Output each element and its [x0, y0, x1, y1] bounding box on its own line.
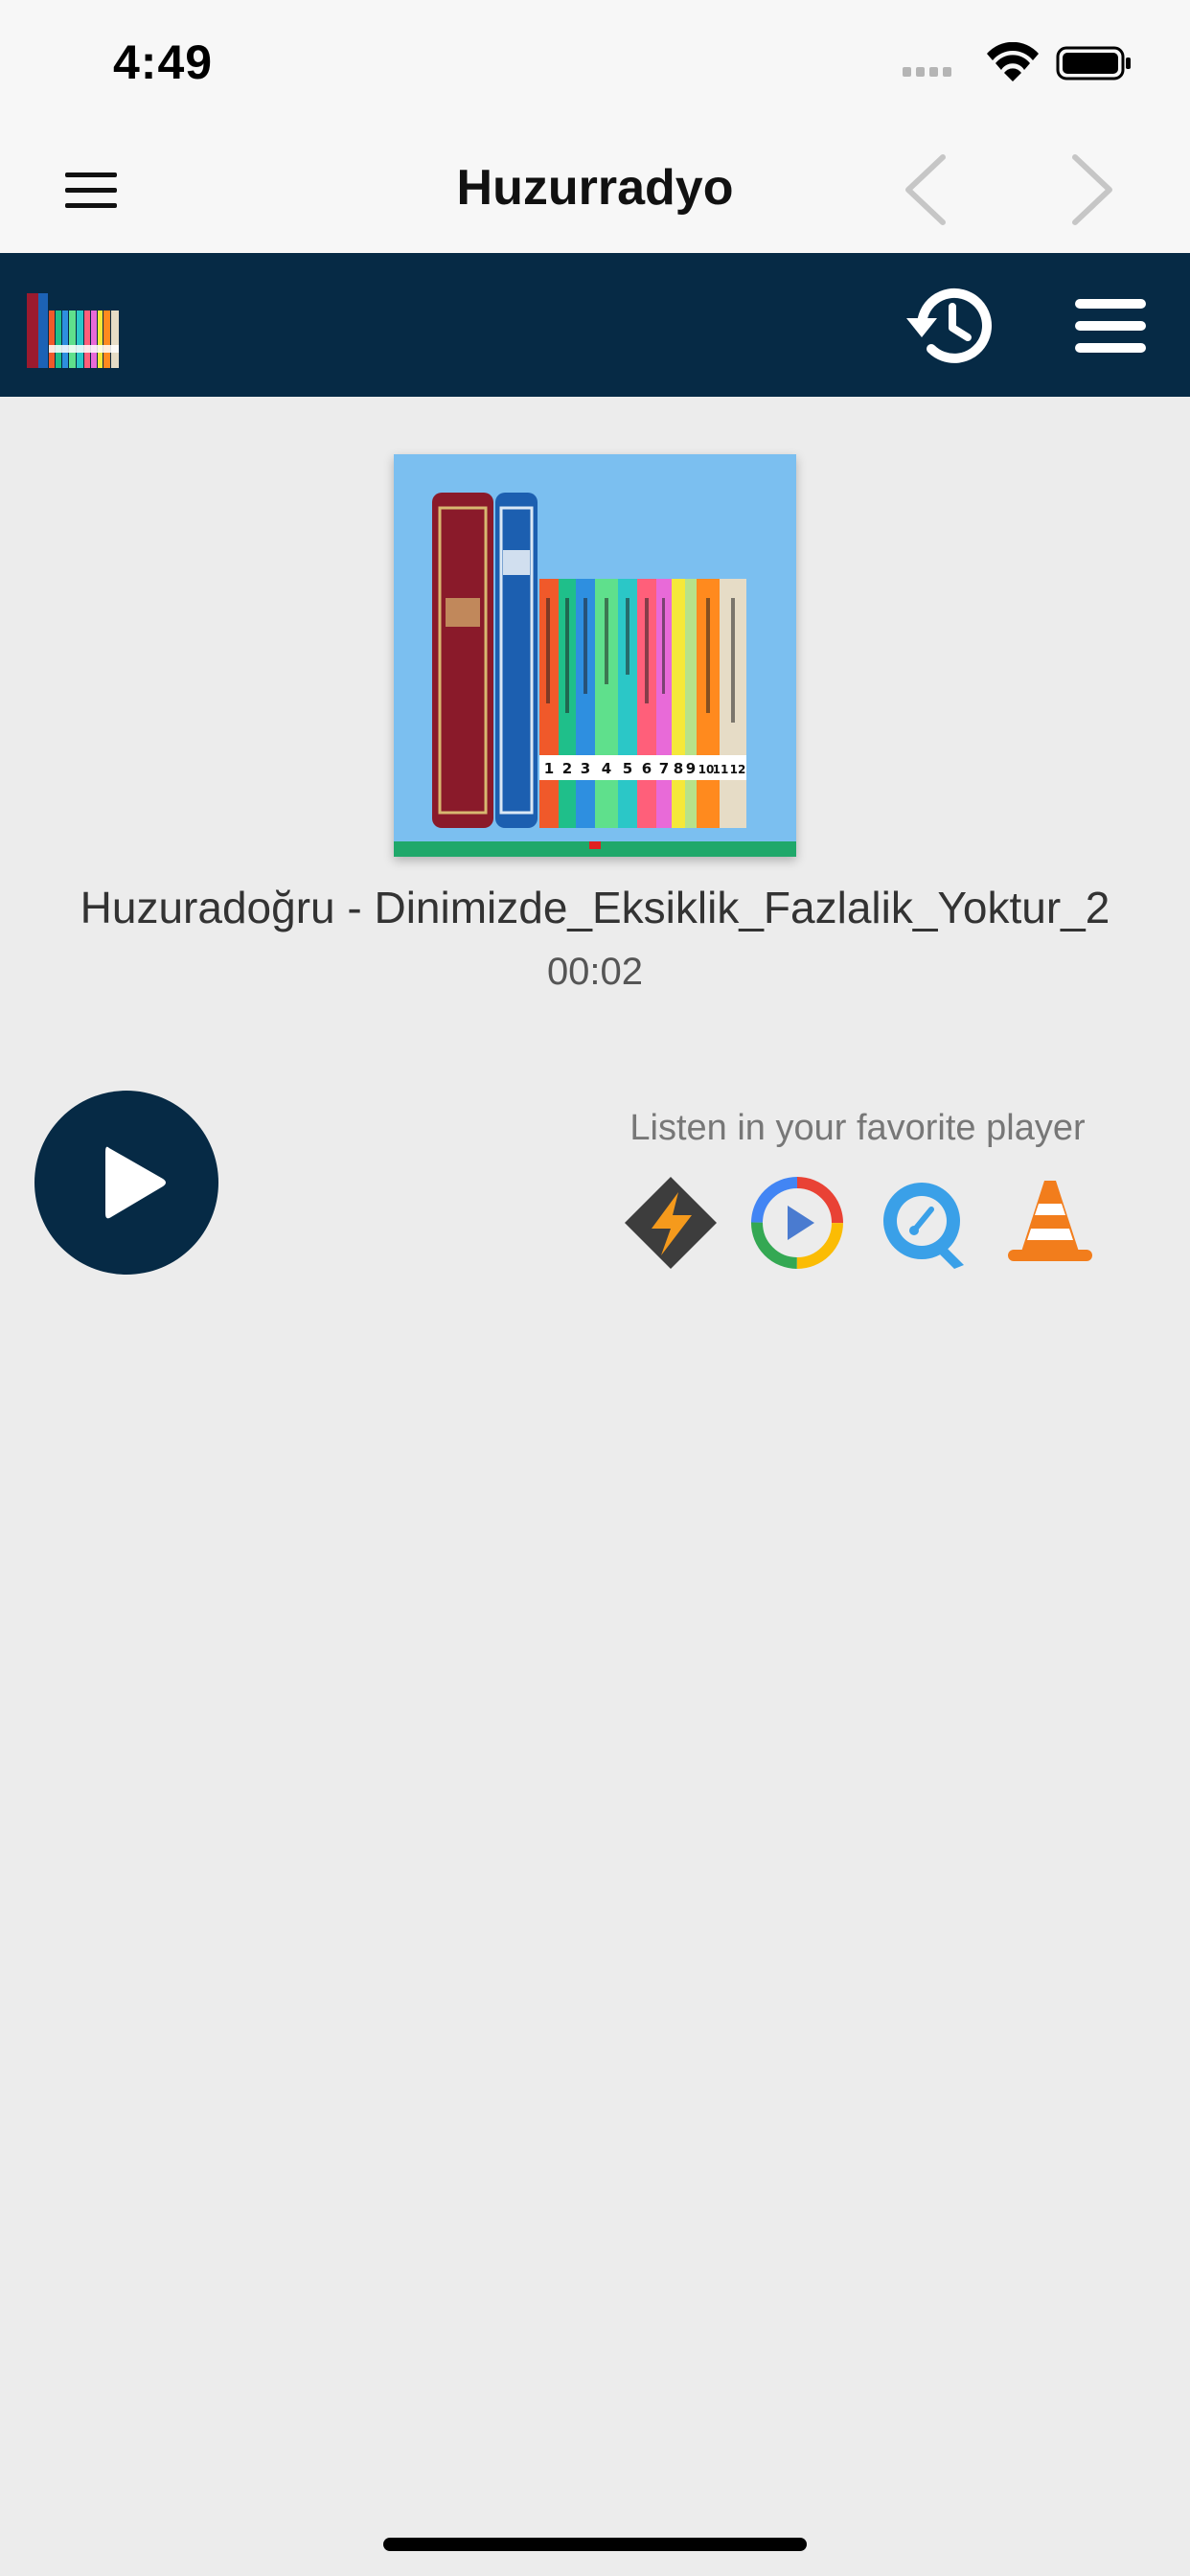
wifi-icon [987, 41, 1039, 81]
battery-icon [1056, 46, 1131, 80]
app-header [0, 253, 1190, 397]
book-number: 11 [713, 763, 729, 776]
forward-chevron-icon[interactable] [1054, 150, 1131, 230]
book-number: 9 [686, 760, 696, 777]
nav-title: Huzurradyo [456, 160, 734, 216]
google-play-music-icon[interactable] [749, 1175, 845, 1271]
book-number: 3 [581, 760, 590, 777]
app-logo[interactable] [25, 289, 136, 370]
menu-icon[interactable] [1073, 295, 1148, 356]
book-number: 12 [730, 763, 746, 776]
history-icon[interactable] [901, 276, 1000, 376]
play-icon [105, 1146, 166, 1219]
book-number: 6 [642, 760, 652, 777]
elapsed-time: 00:02 [546, 951, 644, 993]
book-number: 8 [674, 760, 683, 777]
cellular-signal-icon [903, 67, 951, 77]
listen-label: Listen in your favorite player [629, 1108, 1086, 1148]
nav-bar: Huzurradyo [0, 126, 1190, 253]
home-indicator[interactable] [383, 2538, 807, 2551]
book-number: 7 [659, 760, 669, 777]
book-number: 4 [602, 760, 611, 777]
quicktime-icon[interactable] [876, 1175, 972, 1271]
track-title: Huzuradoğru - Dinimizde_Eksiklik_Fazlali… [80, 883, 1110, 932]
back-chevron-icon[interactable] [887, 150, 964, 230]
book-number: 5 [623, 760, 632, 777]
album-cover: 1 2 3 4 5 6 7 8 9 10 11 12 [394, 454, 796, 857]
status-time: 4:49 [113, 35, 214, 89]
vlc-icon[interactable] [1002, 1175, 1098, 1271]
book-number: 2 [562, 760, 572, 777]
status-icons [903, 41, 1133, 84]
play-button[interactable] [34, 1091, 218, 1275]
status-bar: 4:49 [0, 0, 1190, 126]
book-number: 1 [544, 760, 554, 777]
winamp-icon[interactable] [623, 1175, 719, 1271]
